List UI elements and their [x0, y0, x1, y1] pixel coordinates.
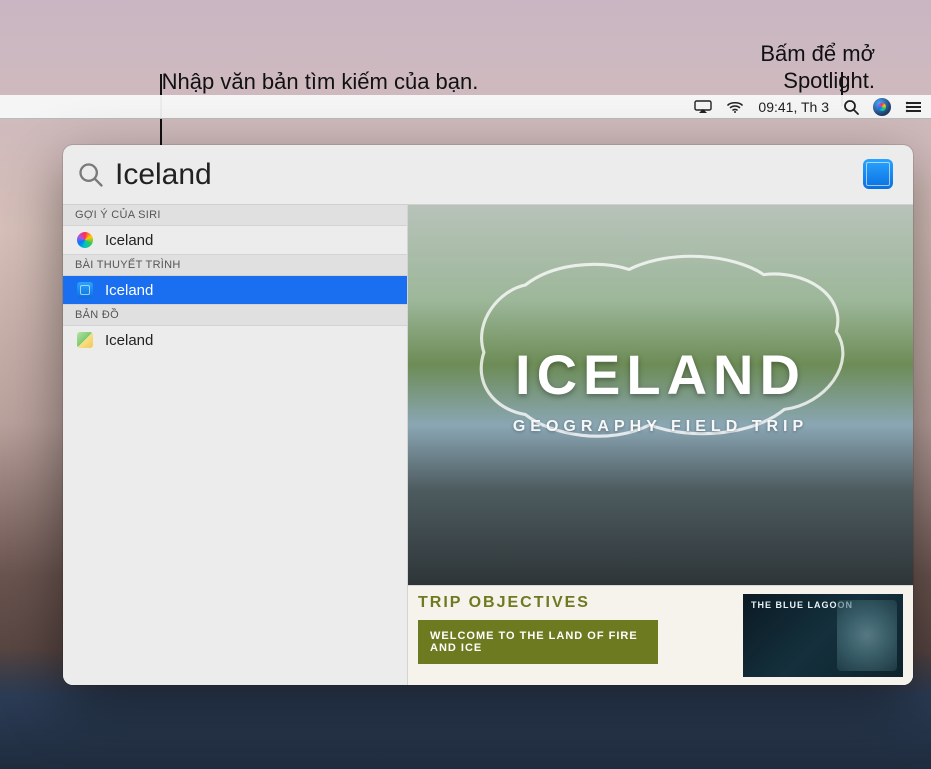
objectives-welcome-card: WELCOME TO THE LAND OF FIRE AND ICE	[418, 620, 658, 664]
section-header-siri: GỢI Ý CỦA SIRI	[63, 205, 407, 226]
section-header-maps: BẢN ĐỒ	[63, 304, 407, 326]
siri-icon	[77, 232, 93, 248]
search-icon	[77, 161, 105, 189]
menubar-clock[interactable]: 09:41, Th 3	[758, 95, 829, 118]
callout-search-label: Nhập văn bản tìm kiếm của bạn.	[162, 69, 479, 94]
preview-title: ICELAND	[408, 342, 913, 407]
spotlight-search-input[interactable]	[115, 158, 863, 192]
siri-menu-icon[interactable]	[873, 95, 891, 118]
clock-text: 09:41, Th 3	[758, 99, 829, 115]
result-row-siri-iceland[interactable]: Iceland	[63, 226, 407, 254]
keynote-icon	[77, 282, 93, 298]
side-card-title: THE BLUE LAGOON	[751, 600, 853, 610]
side-card-blue-lagoon: THE BLUE LAGOON	[743, 594, 903, 677]
callout-open-spotlight-label: Bấm để mở Spotlight.	[760, 41, 875, 94]
spotlight-menu-icon[interactable]	[843, 95, 859, 118]
result-label: Iceland	[105, 332, 153, 349]
airplay-icon[interactable]	[694, 95, 712, 118]
preview-hero-slide: ICELAND GEOGRAPHY FIELD TRIP	[408, 205, 913, 585]
spotlight-window: GỢI Ý CỦA SIRI Iceland BÀI THUYẾT TRÌNH …	[63, 145, 913, 685]
spotlight-preview-pane: ICELAND GEOGRAPHY FIELD TRIP TRIP OBJECT…	[408, 205, 913, 685]
objectives-header: TRIP OBJECTIVES	[418, 594, 731, 612]
wifi-icon[interactable]	[726, 95, 744, 118]
notification-center-icon[interactable]	[905, 95, 923, 118]
result-row-maps-iceland[interactable]: Iceland	[63, 326, 407, 354]
result-app-icon	[863, 159, 895, 191]
section-header-presentations: BÀI THUYẾT TRÌNH	[63, 254, 407, 276]
result-label: Iceland	[105, 282, 153, 299]
preview-subtitle: GEOGRAPHY FIELD TRIP	[408, 418, 913, 436]
spotlight-results-list: GỢI Ý CỦA SIRI Iceland BÀI THUYẾT TRÌNH …	[63, 205, 408, 685]
result-row-keynote-iceland[interactable]: Iceland	[63, 276, 407, 304]
preview-footer: TRIP OBJECTIVES WELCOME TO THE LAND OF F…	[408, 585, 913, 685]
maps-icon	[77, 332, 93, 348]
result-label: Iceland	[105, 232, 153, 249]
menubar: 09:41, Th 3	[0, 95, 931, 119]
spotlight-search-bar	[63, 145, 913, 205]
